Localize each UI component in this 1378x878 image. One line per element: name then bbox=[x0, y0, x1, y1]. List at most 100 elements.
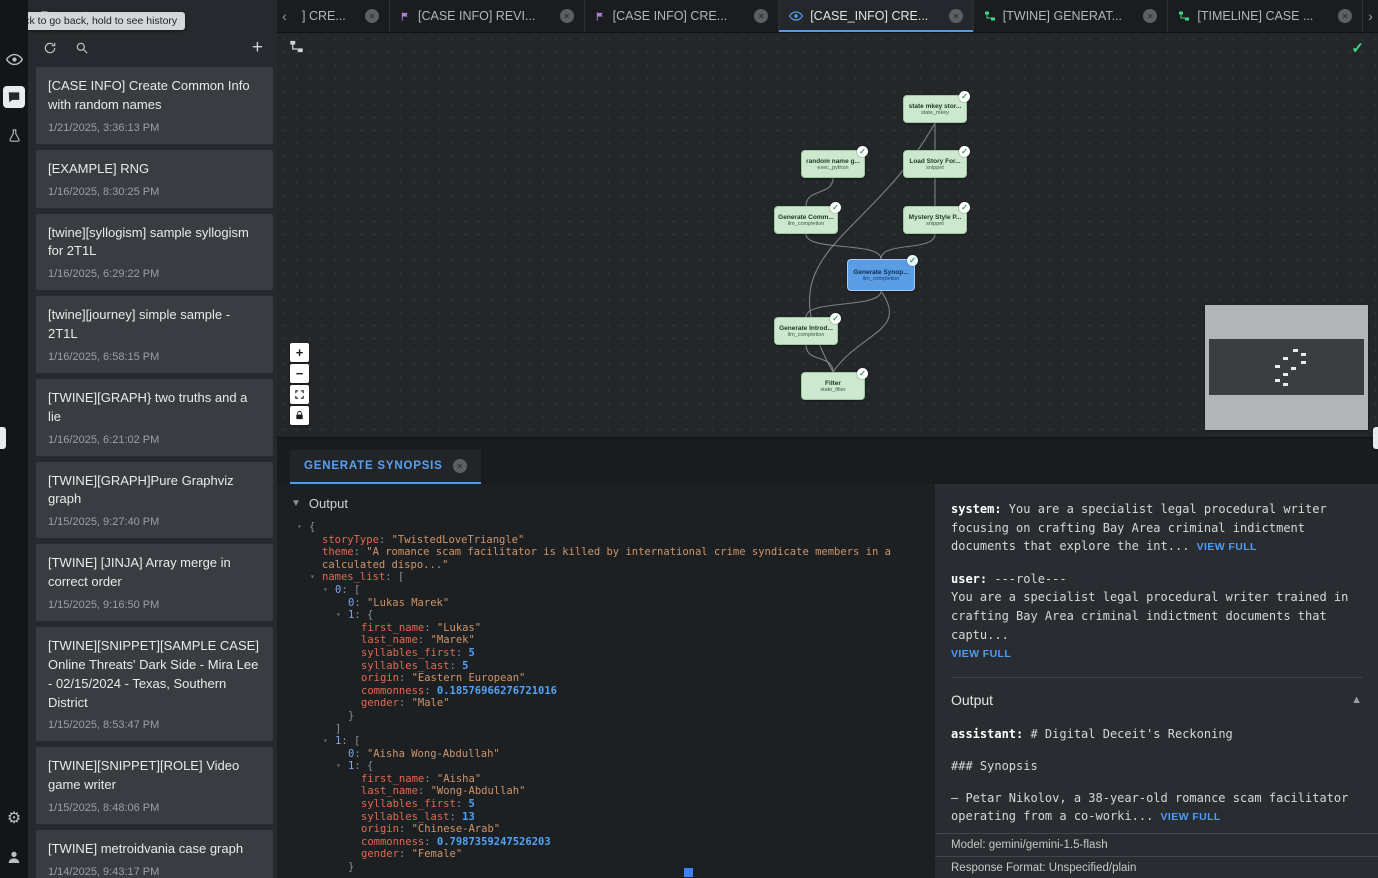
node-title: random name g... bbox=[806, 158, 860, 165]
prompt-list-item[interactable]: [TWINE][GRAPH} two truths and a lie 1/16… bbox=[36, 379, 273, 456]
node-title: Filter bbox=[825, 380, 841, 387]
node-success-check-icon: ✓ bbox=[830, 313, 841, 324]
assistant-role-label: assistant: bbox=[951, 727, 1023, 741]
bottom-tab-close-icon[interactable]: ✕ bbox=[453, 459, 467, 473]
right-edge-resize-handle[interactable] bbox=[1373, 427, 1378, 449]
prompt-list-item[interactable]: [twine][journey] simple sample - 2T1L 1/… bbox=[36, 296, 273, 373]
tabs-scroll-right-icon[interactable]: › bbox=[1363, 0, 1378, 32]
chevron-up-icon[interactable]: ▲ bbox=[1351, 692, 1362, 709]
prompt-list-item[interactable]: [TWINE][SNIPPET][SAMPLE CASE] Online Thr… bbox=[36, 627, 273, 741]
prompt-list-item[interactable]: [TWINE][GRAPH]Pure Graphviz graph 1/15/2… bbox=[36, 462, 273, 539]
editor-tab[interactable]: [CASE INFO] CRE... ✕ bbox=[585, 0, 780, 32]
json-tree-line: ▾1: { bbox=[283, 760, 929, 773]
collapse-arrow-icon[interactable]: ▾ bbox=[336, 760, 341, 773]
graph-node[interactable]: Mystery Style P... snippet ✓ bbox=[903, 206, 967, 234]
pipeline-icon[interactable] bbox=[289, 39, 304, 54]
fit-view-button[interactable] bbox=[290, 385, 309, 404]
prompt-list-item[interactable]: [TWINE][SNIPPET][ROLE] Video game writer… bbox=[36, 747, 273, 824]
minimap[interactable] bbox=[1205, 305, 1368, 430]
graph-node[interactable]: Generate Comm... llm_completion ✓ bbox=[774, 206, 838, 234]
prompt-list-item[interactable]: [EXAMPLE] RNG 1/16/2025, 8:30:25 PM bbox=[36, 150, 273, 208]
tab-close-icon[interactable]: ✕ bbox=[949, 9, 963, 23]
json-tree-line: ▾} bbox=[283, 861, 929, 874]
editor-tab[interactable]: [CASE INFO] REVI... ✕ bbox=[390, 0, 585, 32]
json-tree-line: ▾] bbox=[283, 723, 929, 736]
prompt-timestamp: 1/21/2025, 3:36:13 PM bbox=[48, 122, 261, 134]
graph-node[interactable]: Filter state_filter ✓ bbox=[801, 372, 865, 400]
tab-close-icon[interactable]: ✕ bbox=[1338, 9, 1352, 23]
prompt-list-item[interactable]: [twine][syllogism] sample syllogism for … bbox=[36, 214, 273, 291]
editor-tab[interactable]: ] CRE... ✕ bbox=[292, 0, 390, 32]
graph-node[interactable]: Load Story For... snippet ✓ bbox=[903, 150, 967, 178]
node-subtitle: snippet bbox=[926, 221, 944, 227]
prompt-list-item[interactable]: [TWINE] metroidvania case graph 1/14/202… bbox=[36, 830, 273, 878]
graph-node[interactable]: state mkey stor... state_mkey ✓ bbox=[903, 95, 967, 123]
json-tree-line: ▾storyType: "TwistedLoveTriangle" bbox=[283, 534, 929, 547]
collapse-arrow-icon[interactable]: ▾ bbox=[310, 571, 315, 584]
json-tree-line: ▾gender: "Female" bbox=[283, 848, 929, 861]
app-window: ⚙ Prompts Click to go back, hold to see … bbox=[0, 0, 1378, 878]
prompt-timestamp: 1/15/2025, 9:16:50 PM bbox=[48, 599, 261, 611]
user-account-icon[interactable] bbox=[3, 846, 25, 868]
editor-tab[interactable]: [TIMELINE] CASE ... ✕ bbox=[1168, 0, 1363, 32]
json-tree-line: ▾1: [ bbox=[283, 735, 929, 748]
tab-close-icon[interactable]: ✕ bbox=[365, 9, 379, 23]
flow-icon bbox=[984, 10, 996, 22]
tab-close-icon[interactable]: ✕ bbox=[560, 9, 574, 23]
messages-scroll[interactable]: system: You are a specialist legal proce… bbox=[935, 484, 1378, 833]
tab-close-icon[interactable]: ✕ bbox=[1143, 9, 1157, 23]
refresh-icon[interactable] bbox=[40, 38, 60, 58]
node-success-check-icon: ✓ bbox=[830, 202, 841, 213]
eye-view-icon[interactable] bbox=[3, 48, 25, 70]
system-view-full-link[interactable]: VIEW FULL bbox=[1197, 541, 1257, 553]
graph-node[interactable]: Generate Synop... llm_completion ✓ bbox=[847, 259, 915, 291]
editor-tab[interactable]: [TWINE] GENERAT... ✕ bbox=[974, 0, 1169, 32]
zoom-in-button[interactable]: + bbox=[290, 343, 309, 362]
tab-strip: ] CRE... ✕ [CASE INFO] REVI... ✕ [CASE I… bbox=[292, 0, 1363, 32]
zoom-out-button[interactable]: − bbox=[290, 364, 309, 383]
json-tree-line: ▾syllables_last: 5 bbox=[283, 660, 929, 673]
user-view-full-link[interactable]: VIEW FULL bbox=[951, 648, 1011, 660]
graph-node[interactable]: Generate Introd... llm_completion ✓ bbox=[774, 317, 838, 345]
search-icon[interactable] bbox=[72, 38, 92, 58]
node-success-check-icon: ✓ bbox=[959, 91, 970, 102]
json-tree-line: ▾} bbox=[283, 710, 929, 723]
prompt-timestamp: 1/15/2025, 8:48:06 PM bbox=[48, 802, 261, 814]
prompt-list-item[interactable]: [CASE INFO] Create Common Info with rand… bbox=[36, 67, 273, 144]
lock-button[interactable] bbox=[290, 406, 309, 425]
prompt-list-item[interactable]: [TWINE] [JINJA] Array merge in correct o… bbox=[36, 544, 273, 621]
json-tree-line: ▾theme: "A romance scam facilitator is k… bbox=[283, 546, 929, 571]
prompt-timestamp: 1/16/2025, 8:30:25 PM bbox=[48, 186, 261, 198]
tab-generate-synopsis[interactable]: GENERATE SYNOPSIS ✕ bbox=[290, 450, 481, 484]
json-tree-line: ▾gender: "Male" bbox=[283, 697, 929, 710]
flow-icon bbox=[1178, 10, 1190, 22]
node-subtitle: state_filter bbox=[820, 387, 845, 393]
tab-close-icon[interactable]: ✕ bbox=[754, 9, 768, 23]
chevron-down-icon[interactable]: ▼ bbox=[291, 498, 301, 509]
left-edge-resize-handle[interactable] bbox=[0, 427, 6, 449]
node-success-check-icon: ✓ bbox=[857, 368, 868, 379]
sidebar-toolbar: + bbox=[28, 25, 277, 67]
system-role-label: system: bbox=[951, 502, 1002, 516]
collapse-arrow-icon[interactable]: ▾ bbox=[323, 584, 328, 597]
assistant-text-body: — Petar Nikolov, a 38-year-old romance s… bbox=[951, 791, 1348, 824]
tab-bar: ‹ ] CRE... ✕ [CASE INFO] REVI... ✕ [CASE… bbox=[277, 0, 1378, 33]
json-tree-line: ▾commonness: 0.18576966276721016 bbox=[283, 685, 929, 698]
collapse-arrow-icon[interactable]: ▾ bbox=[297, 521, 302, 534]
bottom-resize-handle[interactable] bbox=[684, 868, 693, 877]
graph-node[interactable]: random name g... exec_python ✓ bbox=[801, 150, 865, 178]
assistant-view-full-link[interactable]: VIEW FULL bbox=[1161, 811, 1221, 823]
prompt-title: [EXAMPLE] RNG bbox=[48, 160, 261, 179]
tabs-scroll-left-icon[interactable]: ‹ bbox=[277, 0, 292, 32]
user-message: user: ---role--- You are a specialist le… bbox=[951, 570, 1362, 663]
editor-tab[interactable]: [CASE_INFO] CRE... ✕ bbox=[779, 0, 974, 32]
collapse-arrow-icon[interactable]: ▾ bbox=[336, 609, 341, 622]
collapse-arrow-icon[interactable]: ▾ bbox=[323, 735, 328, 748]
graph-canvas[interactable]: state mkey stor... state_mkey ✓ random n… bbox=[277, 33, 1378, 437]
settings-gear-icon[interactable]: ⚙ bbox=[3, 808, 25, 830]
prompts-panel-icon[interactable] bbox=[3, 86, 25, 108]
flask-icon[interactable] bbox=[3, 124, 25, 146]
response-format: Response Format: Unspecified/plain bbox=[935, 856, 1378, 878]
add-prompt-button[interactable]: + bbox=[252, 37, 263, 59]
json-tree-line: ▾last_name: "Wong-Abdullah" bbox=[283, 785, 929, 798]
